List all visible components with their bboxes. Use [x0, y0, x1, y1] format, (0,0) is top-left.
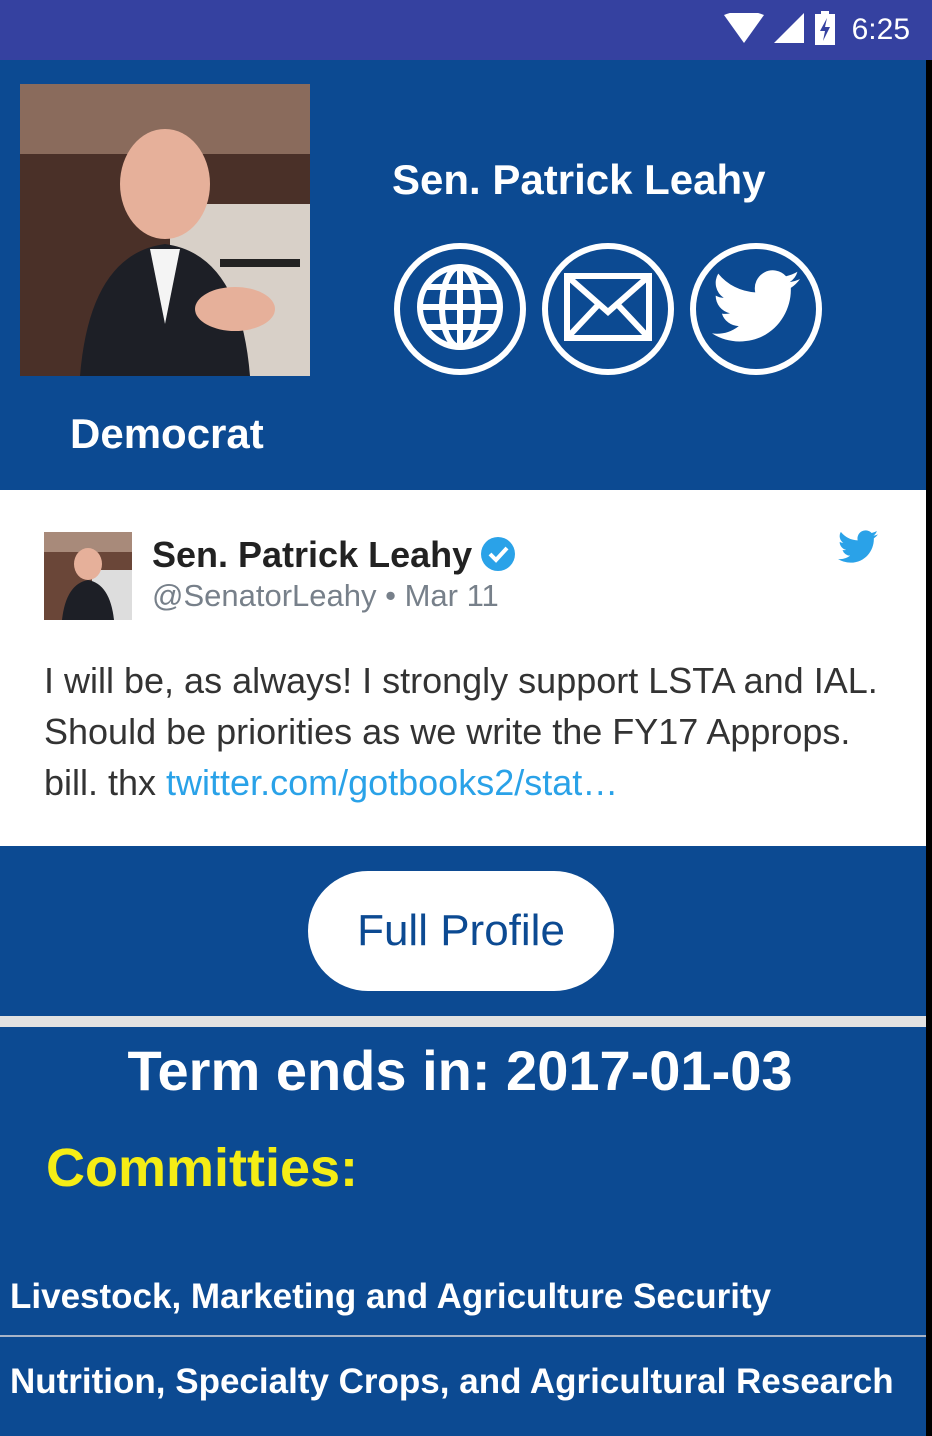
status-time: 6:25 — [851, 13, 910, 46]
status-bar: 6:25 — [0, 0, 932, 60]
tweet-avatar — [44, 532, 132, 620]
wifi-icon — [723, 10, 764, 48]
status-icons: 6:25 — [723, 10, 910, 50]
full-profile-button[interactable]: Full Profile — [308, 871, 614, 991]
globe-icon — [412, 259, 508, 360]
battery-charging-icon — [814, 10, 836, 50]
email-button[interactable] — [542, 243, 674, 375]
tweet-handle: @SenatorLeahy • Mar 11 — [152, 578, 499, 613]
committee-item[interactable]: Livestock, Marketing and Agriculture Sec… — [0, 1277, 926, 1337]
senator-photo — [20, 84, 310, 376]
twitter-icon — [712, 269, 800, 350]
verified-badge-icon — [480, 536, 516, 577]
twitter-bird-icon[interactable] — [838, 530, 878, 569]
senator-header: Sen. Patrick Leahy Democrat — [0, 60, 932, 488]
twitter-button[interactable] — [690, 243, 822, 375]
term-end: Term ends in: 2017-01-03 — [127, 1039, 793, 1102]
tweet-link[interactable]: twitter.com/gotbooks2/stat… — [166, 762, 618, 803]
signal-icon — [773, 12, 804, 48]
section-divider — [0, 1016, 932, 1027]
mail-icon — [563, 272, 653, 347]
tweet-author: Sen. Patrick Leahy — [152, 534, 473, 575]
senator-name: Sen. Patrick Leahy — [392, 156, 766, 203]
website-button[interactable] — [394, 243, 526, 375]
tweet-card[interactable]: Sen. Patrick Leahy @SenatorLeahy • Mar 1… — [0, 490, 932, 846]
committees-title: Committies: — [46, 1138, 359, 1198]
committee-item[interactable]: Nutrition, Specialty Crops, and Agricult… — [0, 1362, 926, 1436]
party-label: Democrat — [70, 410, 264, 457]
window-edge — [926, 60, 932, 1436]
tweet-text: I will be, as always! I strongly support… — [44, 655, 894, 808]
